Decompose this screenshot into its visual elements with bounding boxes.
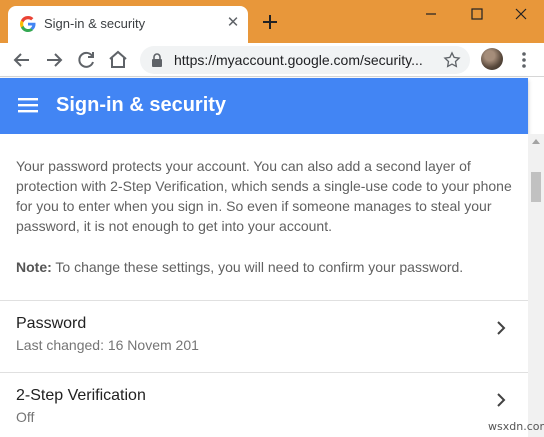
row-title: Password [16, 315, 87, 332]
watermark: wsxdn.com [488, 420, 544, 433]
lock-icon[interactable] [150, 52, 164, 68]
star-icon[interactable] [442, 50, 462, 70]
hamburger-menu-icon[interactable] [18, 97, 38, 113]
browser-titlebar: Sign-in & security ✕ [0, 0, 544, 43]
intro-text: Your password protects your account. You… [16, 158, 512, 234]
scrollbar-thumb[interactable] [531, 172, 541, 202]
scroll-up-arrow-icon[interactable] [532, 138, 540, 144]
chevron-right-icon [497, 321, 506, 335]
tab-title: Sign-in & security [44, 16, 146, 31]
arrow-left-icon[interactable] [10, 48, 34, 72]
note-label: Note: [16, 259, 52, 275]
row-subtitle: Last changed: 16 Novem 201 [16, 337, 199, 353]
browser-tab[interactable]: Sign-in & security ✕ [8, 6, 248, 43]
main-content: Your password protects your account. You… [0, 134, 528, 437]
page-title: Sign-in & security [56, 94, 227, 116]
window-close-icon[interactable] [498, 0, 544, 28]
reload-icon[interactable] [74, 48, 98, 72]
home-icon[interactable] [106, 48, 130, 72]
page-header: Sign-in & security [0, 78, 528, 134]
note-text: Note: To change these settings, you will… [16, 257, 516, 277]
settings-row-password[interactable]: Password Last changed: 16 Novem 201 [0, 301, 528, 373]
row-title: 2-Step Verification [16, 387, 146, 404]
note-body: To change these settings, you will need … [55, 259, 464, 275]
tab-close-icon[interactable]: ✕ [224, 14, 242, 32]
plus-icon[interactable] [258, 10, 282, 34]
minimize-icon[interactable] [408, 0, 454, 28]
row-subtitle: Off [16, 409, 35, 425]
vertical-scrollbar[interactable] [528, 134, 544, 437]
more-vert-icon[interactable] [514, 48, 534, 72]
address-bar[interactable]: https://myaccount.google.com/security... [140, 46, 470, 74]
arrow-right-icon[interactable] [42, 48, 66, 72]
browser-toolbar: https://myaccount.google.com/security... [0, 43, 544, 77]
google-g-icon [20, 16, 36, 32]
chevron-right-icon [497, 393, 506, 407]
maximize-icon[interactable] [454, 0, 500, 28]
url-text[interactable]: https://myaccount.google.com/security... [174, 52, 428, 68]
avatar[interactable] [481, 48, 503, 70]
settings-row-2-step-verification[interactable]: 2-Step Verification Off [0, 373, 528, 437]
